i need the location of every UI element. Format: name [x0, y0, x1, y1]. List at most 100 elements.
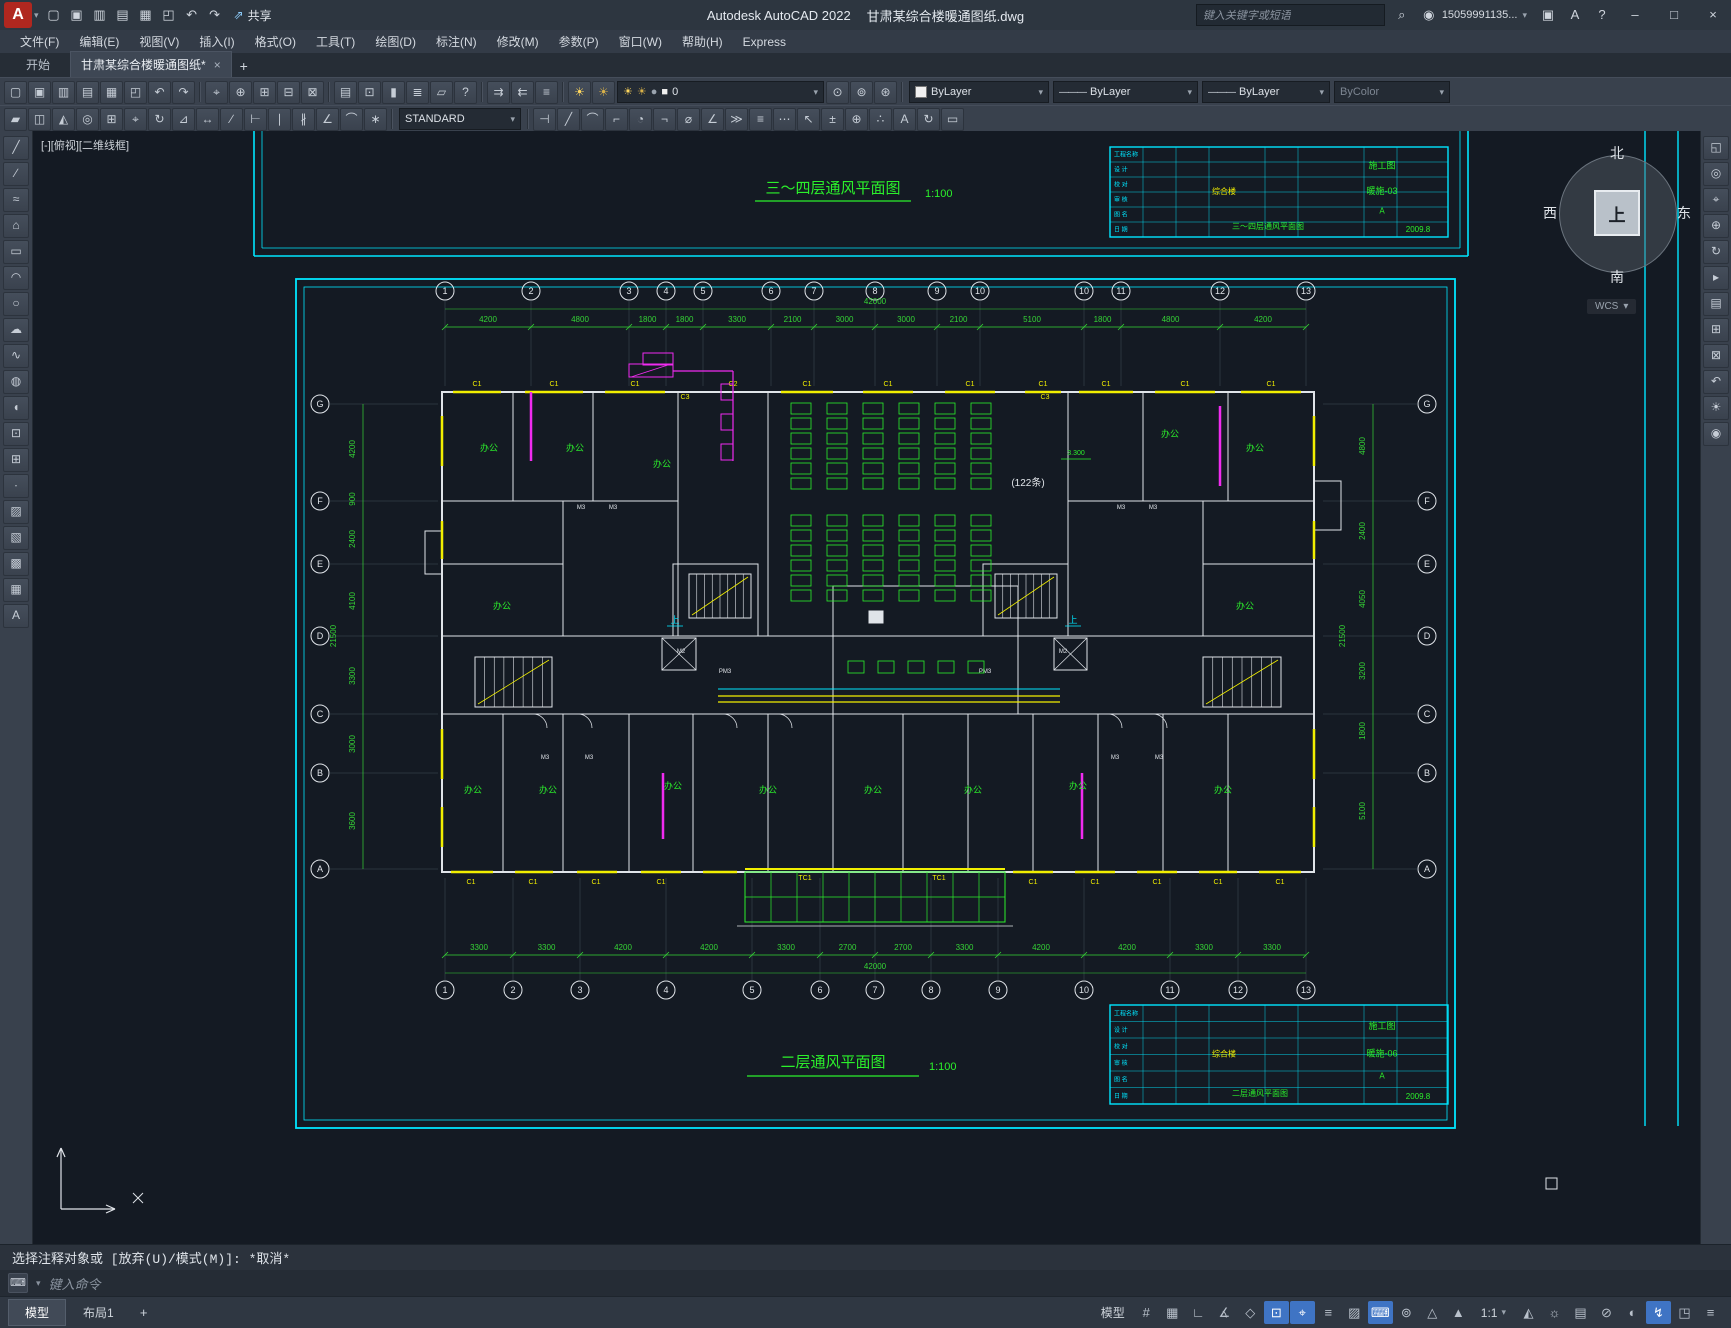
arc-tool-icon[interactable]: ◠	[3, 266, 29, 290]
osnap-icon[interactable]: ⊡	[1263, 1301, 1289, 1324]
tab-active-drawing[interactable]: 甘肃某综合楼暖通图纸* ×	[70, 51, 232, 77]
chevron-down-icon[interactable]: ▾	[36, 1278, 41, 1289]
annotation-monitor-icon[interactable]: ◭	[1516, 1301, 1541, 1324]
ellipse-arc-tool-icon[interactable]: ◖	[3, 396, 29, 420]
maximize-button[interactable]: □	[1658, 0, 1690, 30]
circle-tool-icon[interactable]: ○	[3, 292, 29, 316]
wcs-dropdown[interactable]: WCS ▾	[1587, 299, 1637, 314]
ordinate-dim-icon[interactable]: ⌐	[605, 107, 628, 131]
polygon-tool-icon[interactable]: ⌂	[3, 214, 29, 238]
angular-dim-icon[interactable]: ∠	[701, 107, 724, 131]
tab-start[interactable]: 开始	[6, 52, 70, 77]
polar-tracking-icon[interactable]: ∡	[1212, 1301, 1237, 1324]
rotate-icon[interactable]: ↻	[148, 107, 171, 131]
new-layout-button[interactable]: +	[133, 1305, 155, 1320]
dim-text-edit-icon[interactable]: A	[893, 107, 916, 131]
dim-edit-icon[interactable]: ∴	[869, 107, 892, 131]
gradient-tool-icon[interactable]: ▧	[3, 526, 29, 550]
compass-east-label[interactable]: 东	[1677, 203, 1691, 223]
grid-icon[interactable]: #	[1134, 1301, 1159, 1324]
command-line-icon[interactable]: ⌨	[8, 1273, 28, 1293]
chevron-down-icon[interactable]: ▾	[34, 10, 39, 21]
close-button[interactable]: ×	[1697, 0, 1729, 30]
navigation-wheel-icon[interactable]: ◎	[1703, 162, 1729, 186]
floorplan-drawing[interactable]: 三～四层通风平面图 1:100工程名称设 计校 对审 核图 名日 期施工图暖施-0…	[33, 131, 1700, 1244]
jogged-dim-icon[interactable]: ¬	[653, 107, 676, 131]
menu-item-3[interactable]: 插入(I)	[189, 31, 244, 52]
help-icon[interactable]: ?	[454, 80, 477, 104]
dim-update-icon[interactable]: ↻	[917, 107, 940, 131]
layer-lock-icon[interactable]: ●	[651, 82, 658, 102]
menu-item-8[interactable]: 修改(M)	[487, 31, 549, 52]
line-tool-icon[interactable]: ╱	[3, 136, 29, 160]
match-properties-icon[interactable]: ⇉	[487, 80, 510, 104]
layer-freeze-icon[interactable]: ☀	[592, 80, 615, 104]
chevron-down-icon[interactable]: ▾	[1187, 87, 1192, 98]
save-icon[interactable]: ▥	[89, 4, 111, 26]
continue-dim-icon[interactable]: ⋯	[773, 107, 796, 131]
array-icon[interactable]: ⊞	[100, 107, 123, 131]
menu-item-4[interactable]: 格式(O)	[245, 31, 306, 52]
render-icon[interactable]: ◉	[1703, 422, 1729, 446]
polyline-tool-icon[interactable]: ≈	[3, 188, 29, 212]
zoom-extents-icon[interactable]: ⊠	[301, 80, 324, 104]
menu-item-5[interactable]: 工具(T)	[306, 31, 365, 52]
menu-item-9[interactable]: 参数(P)	[549, 31, 609, 52]
hatch-tool-icon[interactable]: ▨	[3, 500, 29, 524]
arc-length-dim-icon[interactable]: ⌒	[581, 107, 604, 131]
chamfer-icon[interactable]: ∠	[316, 107, 339, 131]
new-file-icon[interactable]: ▢	[43, 4, 65, 26]
redo-icon[interactable]: ↷	[172, 80, 195, 104]
viewport-controls[interactable]: [-][俯视][二维线框]	[41, 137, 129, 153]
fullscreen-icon[interactable]: ◱	[1703, 136, 1729, 160]
revision-cloud-tool-icon[interactable]: ☁	[3, 318, 29, 342]
new-file-icon[interactable]: ▢	[4, 80, 27, 104]
dynamic-input-icon[interactable]: ⌨	[1367, 1301, 1393, 1324]
markup-import-icon[interactable]: ▱	[430, 80, 453, 104]
diameter-dim-icon[interactable]: ⌀	[677, 107, 700, 131]
model-space-canvas[interactable]: 三～四层通风平面图 1:100 工程名称设 计校 对审 核图 名日 期施工图 暖施-0…	[33, 131, 1700, 1244]
menu-item-7[interactable]: 标注(N)	[426, 31, 487, 52]
lock-ui-icon[interactable]: ⊘	[1594, 1301, 1619, 1324]
extend-icon[interactable]: ⊢	[244, 107, 267, 131]
tool-palettes-icon[interactable]: ▮	[382, 80, 405, 104]
trim-icon[interactable]: ∕	[220, 107, 243, 131]
undo-icon[interactable]: ↶	[148, 80, 171, 104]
quick-dim-icon[interactable]: ≫	[725, 107, 748, 131]
copy-icon[interactable]: ◫	[28, 107, 51, 131]
isolate-objects-icon[interactable]: ◐	[1620, 1301, 1645, 1324]
move-icon[interactable]: ⌖	[124, 107, 147, 131]
menu-item-6[interactable]: 绘图(D)	[365, 31, 426, 52]
menu-item-2[interactable]: 视图(V)	[129, 31, 189, 52]
share-button[interactable]: ⇗ 共享	[234, 7, 272, 24]
orbit-tool-icon[interactable]: ↻	[1703, 240, 1729, 264]
compass-west-label[interactable]: 西	[1543, 203, 1557, 223]
snap-icon[interactable]: ▦	[1160, 1301, 1185, 1324]
drawing-tab[interactable]: 布局1	[67, 1300, 130, 1325]
construction-line-tool-icon[interactable]: ∕	[3, 162, 29, 186]
layer-previous-icon[interactable]: ⇇	[511, 80, 534, 104]
layer-properties-icon[interactable]: ≡	[535, 80, 558, 104]
rectangle-tool-icon[interactable]: ▭	[3, 240, 29, 264]
sheet-set-manager-icon[interactable]: ≣	[406, 80, 429, 104]
plot-icon[interactable]: ▦	[100, 80, 123, 104]
command-input-placeholder[interactable]: 键入命令	[49, 1274, 101, 1293]
design-center-icon[interactable]: ⊡	[358, 80, 381, 104]
fillet-icon[interactable]: ⌒	[340, 107, 363, 131]
save-as-icon[interactable]: ▤	[112, 4, 134, 26]
transparency-icon[interactable]: ▨	[1342, 1301, 1367, 1324]
linetype-combo[interactable]: ——— ByLayer ▾	[1053, 81, 1198, 103]
chevron-down-icon[interactable]: ▾	[1319, 87, 1324, 98]
linear-dim-icon[interactable]: ⊣	[533, 107, 556, 131]
clean-screen-icon[interactable]: ◳	[1672, 1301, 1697, 1324]
named-views-icon[interactable]: ▤	[1703, 292, 1729, 316]
save-icon[interactable]: ▥	[52, 80, 75, 104]
zoom-realtime-icon[interactable]: ⊕	[229, 80, 252, 104]
chevron-down-icon[interactable]: ▾	[813, 87, 818, 98]
break-at-point-icon[interactable]: ∣	[268, 107, 291, 131]
ellipse-tool-icon[interactable]: ◍	[3, 370, 29, 394]
menu-item-0[interactable]: 文件(F)	[10, 31, 69, 52]
show-motion-icon[interactable]: ▸	[1703, 266, 1729, 290]
erase-icon[interactable]: ▰	[4, 107, 27, 131]
break-icon[interactable]: ∦	[292, 107, 315, 131]
